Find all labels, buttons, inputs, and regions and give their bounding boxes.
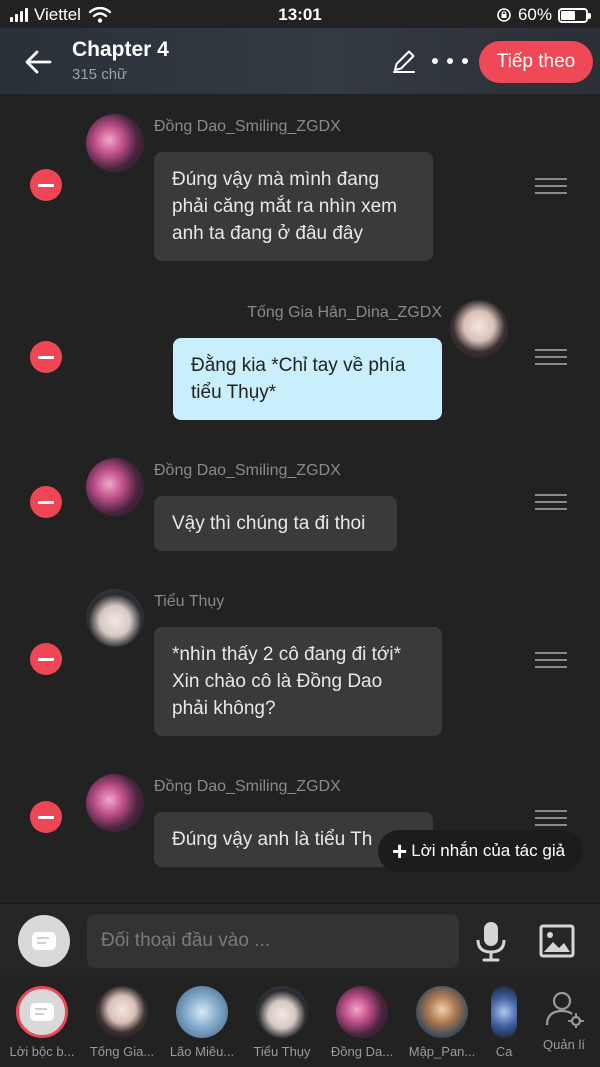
character-name: Tiểu Thụy [253, 1044, 311, 1059]
microphone-icon[interactable] [474, 920, 508, 962]
word-count: 315 chữ [72, 66, 128, 83]
character-item[interactable]: Tống Gia... [86, 986, 158, 1059]
dialogue-input[interactable] [87, 914, 459, 968]
message-item: Tiểu Thụy *nhìn thấy 2 cô đang đi tới* X… [0, 585, 600, 755]
avatar[interactable] [450, 300, 508, 358]
author-note-button[interactable]: + Lời nhắn của tác giả [378, 830, 583, 872]
drag-handle-icon[interactable] [535, 652, 567, 668]
avatar [256, 986, 308, 1038]
pencil-icon[interactable] [390, 47, 418, 75]
message-line: Vậy thì chúng ta đi thoi [172, 513, 366, 534]
avatar [336, 986, 388, 1038]
more-dots-icon[interactable] [432, 50, 468, 72]
avatar [416, 986, 468, 1038]
remove-icon[interactable] [30, 801, 62, 833]
user-gear-icon [545, 991, 584, 1029]
battery-icon [558, 7, 591, 23]
sender-name: Đồng Dao_Smiling_ZGDX [154, 118, 341, 135]
remove-icon[interactable] [30, 486, 62, 518]
message-bubble[interactable]: Đúng vậy mà mình đang phải căng mắt ra n… [154, 152, 433, 261]
message-item: Đồng Dao_Smiling_ZGDX Vậy thì chúng ta đ… [0, 454, 600, 574]
drag-handle-icon[interactable] [535, 494, 567, 510]
message-item: Tống Gia Hân_Dina_ZGDX Đằng kia *Chỉ tay… [0, 296, 600, 436]
author-note-label: Lời nhắn của tác giả [411, 841, 566, 860]
sender-name: Đồng Dao_Smiling_ZGDX [154, 778, 341, 795]
message-bubble[interactable]: Đằng kia *Chỉ tay về phía tiểu Thụy* [173, 338, 442, 420]
avatar[interactable] [86, 114, 144, 172]
avatar [491, 986, 517, 1038]
input-bar [0, 903, 600, 975]
status-bar: Viettel 13:01 60% [0, 0, 600, 30]
battery-label: 60% [517, 5, 552, 24]
back-arrow-icon[interactable] [22, 46, 54, 78]
character-bar: Lời bộc b... Tống Gia... Lão Miêu... Tiể… [0, 976, 600, 1067]
remove-icon[interactable] [30, 643, 62, 675]
character-name: Lão Miêu... [169, 1044, 235, 1059]
chat-bubble-icon[interactable] [18, 915, 70, 967]
avatar[interactable] [86, 774, 144, 832]
sender-name: Đồng Dao_Smiling_ZGDX [154, 462, 341, 479]
manage-label: Quản lí [543, 1037, 585, 1052]
message-line: Đằng kia *Chỉ tay về phía [191, 355, 406, 376]
sender-name: Tiểu Thụy [154, 593, 225, 610]
character-name: Ca [495, 1044, 513, 1059]
image-icon[interactable] [539, 924, 575, 958]
page-title: Chapter 4 [72, 38, 169, 61]
sender-name: Tống Gia Hân_Dina_ZGDX [247, 304, 442, 321]
manage-characters-button[interactable]: Quản lí [538, 990, 590, 1052]
character-name: Mập_Pan... [408, 1044, 476, 1059]
message-bubble[interactable]: Vậy thì chúng ta đi thoi [154, 496, 397, 551]
remove-icon[interactable] [30, 341, 62, 373]
message-item: Đồng Dao_Smiling_ZGDX Đúng vậy mà mình đ… [0, 110, 600, 280]
character-item[interactable]: Tiểu Thụy [246, 986, 318, 1059]
avatar[interactable] [86, 458, 144, 516]
drag-handle-icon[interactable] [535, 810, 567, 826]
message-bubble[interactable]: *nhìn thấy 2 cô đang đi tới* Xin chào cô… [154, 627, 442, 736]
message-line: phải căng mắt ra nhìn xem [172, 196, 397, 217]
character-narrator[interactable]: Lời bộc b... [6, 986, 78, 1059]
chapter-header: Chapter 4 315 chữ Tiếp theo [0, 28, 600, 94]
character-item[interactable]: Ca [486, 986, 522, 1059]
character-name: Tống Gia... [89, 1044, 155, 1059]
character-item[interactable]: Mập_Pan... [406, 986, 478, 1059]
character-name: Đồng Da... [330, 1044, 394, 1059]
character-item[interactable]: Đồng Da... [326, 986, 398, 1059]
message-line: phải không? [172, 698, 276, 719]
avatar [176, 986, 228, 1038]
character-item[interactable]: Lão Miêu... [166, 986, 238, 1059]
next-chapter-button[interactable]: Tiếp theo [479, 41, 593, 83]
battery-group: 60% [496, 5, 591, 25]
message-line: anh ta đang ở đâu đây [172, 223, 364, 244]
avatar [96, 986, 148, 1038]
character-name: Lời bộc b... [9, 1044, 75, 1059]
drag-handle-icon[interactable] [535, 349, 567, 365]
drag-handle-icon[interactable] [535, 178, 567, 194]
message-line: Đúng vậy mà mình đang [172, 169, 380, 190]
message-line: tiểu Thụy* [191, 382, 277, 403]
orientation-lock-icon [497, 8, 511, 22]
plus-icon: + [392, 836, 408, 866]
avatar[interactable] [86, 589, 144, 647]
remove-icon[interactable] [30, 169, 62, 201]
chat-bubble-icon [16, 986, 68, 1038]
message-line: *nhìn thấy 2 cô đang đi tới* [172, 644, 402, 665]
message-line: Xin chào cô là Đồng Dao [172, 671, 383, 692]
